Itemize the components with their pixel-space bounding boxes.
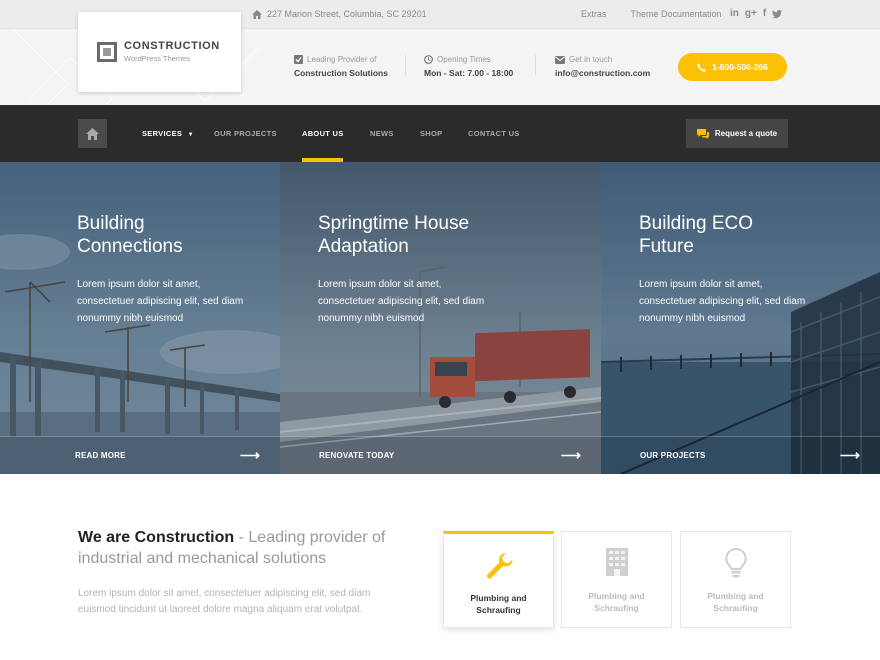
info-hours: Opening Times Mon - Sat: 7.00 - 18:00 <box>424 55 513 78</box>
address-text: 227 Marion Street, Columbia, SC 29201 <box>267 9 427 19</box>
nav-item-about-us[interactable]: ABOUT US <box>302 129 344 138</box>
hero-cta-label: OUR PROJECTS <box>640 451 706 460</box>
check-square-icon <box>294 55 303 64</box>
hero-cta[interactable]: RENOVATE TODAY ⟶ <box>280 436 601 474</box>
request-quote-button[interactable]: Request a quote <box>686 119 788 148</box>
hero-cta-label: RENOVATE TODAY <box>319 451 395 460</box>
google-plus-icon[interactable]: g+ <box>745 8 757 19</box>
hero-description: Lorem ipsum dolor sit amet, consectetuer… <box>639 279 806 324</box>
theme-docs-link[interactable]: Theme Documentation <box>631 9 722 19</box>
hero-title-line1: Springtime House <box>318 213 470 234</box>
home-button[interactable] <box>78 119 107 148</box>
nav-item-services[interactable]: SERVICES ▼ <box>142 129 194 138</box>
arrow-right-icon: ⟶ <box>839 447 860 463</box>
hero-description: Lorem ipsum dolor sit amet, consectetuer… <box>318 279 485 324</box>
info-provider-value: Construction Solutions <box>294 68 388 78</box>
hero-title-line2: Adaptation <box>318 236 409 257</box>
hero-slider: Building Connections Lorem ipsum dolor s… <box>0 162 880 474</box>
logo-mark-icon <box>97 42 117 62</box>
service-card-1[interactable]: Plumbing and Schraufing <box>443 531 554 628</box>
logo-subtitle: WordPress Themes <box>124 54 190 63</box>
hero-panel-eco[interactable]: Building ECO Future Lorem ipsum dolor si… <box>601 162 880 474</box>
info-hours-label: Opening Times <box>437 55 491 64</box>
phone-icon <box>697 62 706 72</box>
hero-cta[interactable]: OUR PROJECTS ⟶ <box>601 436 880 474</box>
hero-panel-connections[interactable]: Building Connections Lorem ipsum dolor s… <box>0 162 280 474</box>
hero-title: Building ECO Future <box>639 212 753 258</box>
hero-title-line2: Connections <box>77 236 183 257</box>
hero-panel-adaptation[interactable]: Springtime House Adaptation Lorem ipsum … <box>280 162 601 474</box>
linkedin-icon[interactable]: in <box>730 8 739 19</box>
hero-title-line2: Future <box>639 236 694 257</box>
service-card-2[interactable]: Plumbing and Schraufing <box>561 531 672 628</box>
info-provider: Leading Provider of Construction Solutio… <box>294 55 388 78</box>
about-description: Lorem ipsum dolor sit amet, consectetuer… <box>78 588 371 615</box>
chevron-down-icon: ▼ <box>187 132 194 138</box>
envelope-icon <box>555 55 565 64</box>
address: 227 Marion Street, Columbia, SC 29201 <box>252 9 427 19</box>
hero-cta[interactable]: READ MORE ⟶ <box>0 436 280 474</box>
service-label: Plumbing and Schraufing <box>707 591 764 613</box>
request-quote-label: Request a quote <box>714 129 778 138</box>
arrow-right-icon: ⟶ <box>239 447 260 463</box>
nav-item-news[interactable]: NEWS <box>370 129 394 138</box>
info-provider-label: Leading Provider of <box>307 55 377 64</box>
hero-title: Building Connections <box>77 212 183 258</box>
info-contact-label: Get in touch <box>569 55 613 64</box>
divider <box>405 55 406 75</box>
phone-button[interactable]: 1-800-506-266 <box>678 53 787 81</box>
hero-title-line1: Building ECO <box>639 213 754 234</box>
twitter-icon[interactable] <box>772 9 783 19</box>
clock-icon <box>424 55 433 64</box>
hero-title: Springtime House Adaptation <box>318 212 469 258</box>
chat-icon <box>696 128 709 139</box>
service-label: Plumbing and Schraufing <box>588 591 645 613</box>
about-heading: We are Construction - Leading provider o… <box>78 527 398 569</box>
extras-link[interactable]: Extras <box>581 9 607 19</box>
info-hours-value: Mon - Sat: 7.00 - 18:00 <box>424 68 514 78</box>
home-icon <box>252 9 262 19</box>
main-nav: SERVICES ▼ OUR PROJECTS ABOUT US NEWS SH… <box>0 105 880 162</box>
facebook-icon[interactable]: f <box>763 8 766 19</box>
divider <box>535 55 536 75</box>
info-contact: Get in touch info@construction.com <box>555 55 650 78</box>
hero-description: Lorem ipsum dolor sit amet, consectetuer… <box>77 279 244 324</box>
arrow-right-icon: ⟶ <box>560 447 581 463</box>
nav-item-our-projects[interactable]: OUR PROJECTS <box>214 129 277 138</box>
nav-item-contact-us[interactable]: CONTACT US <box>468 129 520 138</box>
hero-title-line1: Building <box>77 213 145 234</box>
hero-cta-label: READ MORE <box>75 451 126 460</box>
logo-title: CONSTRUCTION <box>124 40 220 52</box>
nav-item-shop[interactable]: SHOP <box>420 129 442 138</box>
wrench-icon <box>486 553 512 579</box>
nav-item-services-label: SERVICES <box>142 129 183 138</box>
building-icon <box>605 548 628 576</box>
logo[interactable]: CONSTRUCTION WordPress Themes <box>78 12 241 92</box>
service-card-3[interactable]: Plumbing and Schraufing <box>680 531 791 628</box>
service-label: Plumbing and Schraufing <box>470 593 527 615</box>
info-contact-value[interactable]: info@construction.com <box>555 68 650 78</box>
about-heading-bold: We are Construction <box>78 529 235 546</box>
phone-number: 1-800-506-266 <box>712 62 768 72</box>
home-icon <box>86 127 99 140</box>
lightbulb-icon <box>724 548 747 578</box>
